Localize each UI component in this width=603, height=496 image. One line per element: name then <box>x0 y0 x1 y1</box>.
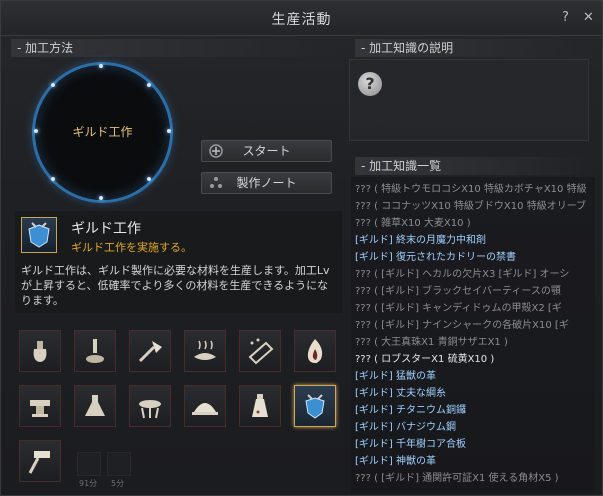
alchemy-flask-icon[interactable] <box>239 385 281 427</box>
knowledge-list-item[interactable]: ??? ( ロブスターX1 硫黄X10 ) <box>355 351 595 368</box>
knowledge-list-item[interactable]: [ギルド] バナジウム鋼 <box>355 419 595 436</box>
knowledge-list-item[interactable]: [ギルド] 神獣の革 <box>355 453 595 470</box>
hammer-icon[interactable] <box>19 440 61 482</box>
grinding-icon[interactable] <box>74 330 116 372</box>
start-button-label: スタート <box>242 144 291 158</box>
method-circle: ギルド工作 <box>34 64 171 200</box>
method-icon-grid: 91分 5分 <box>19 330 341 490</box>
drying-icon[interactable] <box>184 330 226 372</box>
method-name: ギルド工作 <box>71 221 141 237</box>
question-icon: ? <box>358 72 382 96</box>
method-info-box: ギルド工作 ギルド工作を実施する。 ギルド工作は、ギルド製作に必要な材料を生産し… <box>15 211 342 313</box>
knowledge-list-item[interactable]: [ギルド] 復元されたカドリーの禁書 <box>355 249 595 266</box>
locked-slot-1-caption: 91分 <box>79 479 98 488</box>
circle-dot <box>99 64 103 68</box>
circle-dot <box>147 177 151 181</box>
craft-note-button[interactable]: 製作ノート <box>201 172 332 194</box>
knowledge-list-item[interactable]: [ギルド] 猛獣の革 <box>355 368 595 385</box>
knowledge-list-item[interactable]: ??? ( 雑草X10 大麦X10 ) <box>355 215 595 232</box>
start-button[interactable]: スタート <box>201 140 332 162</box>
knowledge-list-item[interactable]: ??? ( [ギルド] キャンディドゥムの甲殻X2 [ギ <box>355 300 595 317</box>
serving-icon[interactable] <box>184 385 226 427</box>
titlebar: 生産活動 ? ✕ <box>1 1 602 36</box>
shaking-icon[interactable] <box>19 330 61 372</box>
method-subtitle: ギルド工作を実施する。 <box>71 241 192 254</box>
close-icon[interactable]: ✕ <box>583 10 594 25</box>
guild-crafting-icon[interactable] <box>294 385 336 427</box>
circle-dot <box>99 196 103 200</box>
method-circle-label: ギルド工作 <box>72 125 133 139</box>
start-icon <box>209 144 223 158</box>
knowledge-list-item[interactable]: ??? ( 大王真珠X1 青銅サザエX1 ) <box>355 334 595 351</box>
knowledge-list-item[interactable]: ??? ( [ギルド] ブラックセイバーティースの顎 <box>355 283 595 300</box>
locked-slot-2-caption: 5分 <box>111 479 125 488</box>
guild-crafting-icon <box>21 217 57 253</box>
knowledge-desc-header: - 加工知識の説明 <box>355 39 595 57</box>
craft-note-icon <box>210 177 222 188</box>
knowledge-list[interactable]: ??? ( 特級トウモロコシX10 特級カボチャX10 特級??? ( ココナッ… <box>351 177 595 493</box>
production-window: 生産活動 ? ✕ - 加工方法 ギルド工作 スタート 製作ノート ギルド工作 ギ… <box>0 0 603 496</box>
knowledge-list-item[interactable]: ??? ( ココナッツX10 特級ブドウX10 特級オリーブ <box>355 198 595 215</box>
chopping-icon[interactable] <box>129 330 171 372</box>
heating-icon[interactable] <box>294 330 336 372</box>
knowledge-list-item[interactable]: [ギルド] チタニウム銅鑼 <box>355 402 595 419</box>
alchemy-icon[interactable] <box>74 385 116 427</box>
knowledge-list-item[interactable]: [ギルド] 丈夫な綱糸 <box>355 385 595 402</box>
window-title: 生産活動 <box>271 12 332 28</box>
locked-slot-1-icon <box>77 452 101 476</box>
smithing-icon[interactable] <box>19 385 61 427</box>
circle-dot <box>147 83 151 87</box>
filtering-icon[interactable] <box>239 330 281 372</box>
help-icon[interactable]: ? <box>562 10 569 25</box>
knowledge-list-item[interactable]: [ギルド] 千年樹コア合板 <box>355 436 595 453</box>
knowledge-list-item[interactable]: ??? ( [ギルド] ナインシャークの各破片X10 [ギ <box>355 317 595 334</box>
method-section-header: - 加工方法 <box>11 39 341 57</box>
circle-dot <box>51 177 55 181</box>
knowledge-list-item[interactable]: [ギルド] 終末の月魔力中和剤 <box>355 232 595 249</box>
knowledge-list-item[interactable]: ??? ( [ギルド] 通関許可証X1 使える角材X5 ) <box>355 470 595 487</box>
knowledge-list-header: - 加工知識一覧 <box>355 157 595 175</box>
locked-slot-2-icon <box>107 452 131 476</box>
knowledge-list-item[interactable]: ??? ( [ギルド] ヘカルの欠片X3 [ギルド] オーシ <box>355 266 595 283</box>
craft-note-button-label: 製作ノート <box>236 176 297 190</box>
method-description: ギルド工作は、ギルド製作に必要な材料を生産します。加工Lvが上昇すると、低確率で… <box>21 264 330 307</box>
circle-dot <box>51 83 55 87</box>
cooking-icon[interactable] <box>129 385 171 427</box>
knowledge-desc-box: ? <box>349 59 589 141</box>
knowledge-list-item[interactable]: ??? ( 特級トウモロコシX10 特級カボチャX10 特級 <box>355 181 595 198</box>
